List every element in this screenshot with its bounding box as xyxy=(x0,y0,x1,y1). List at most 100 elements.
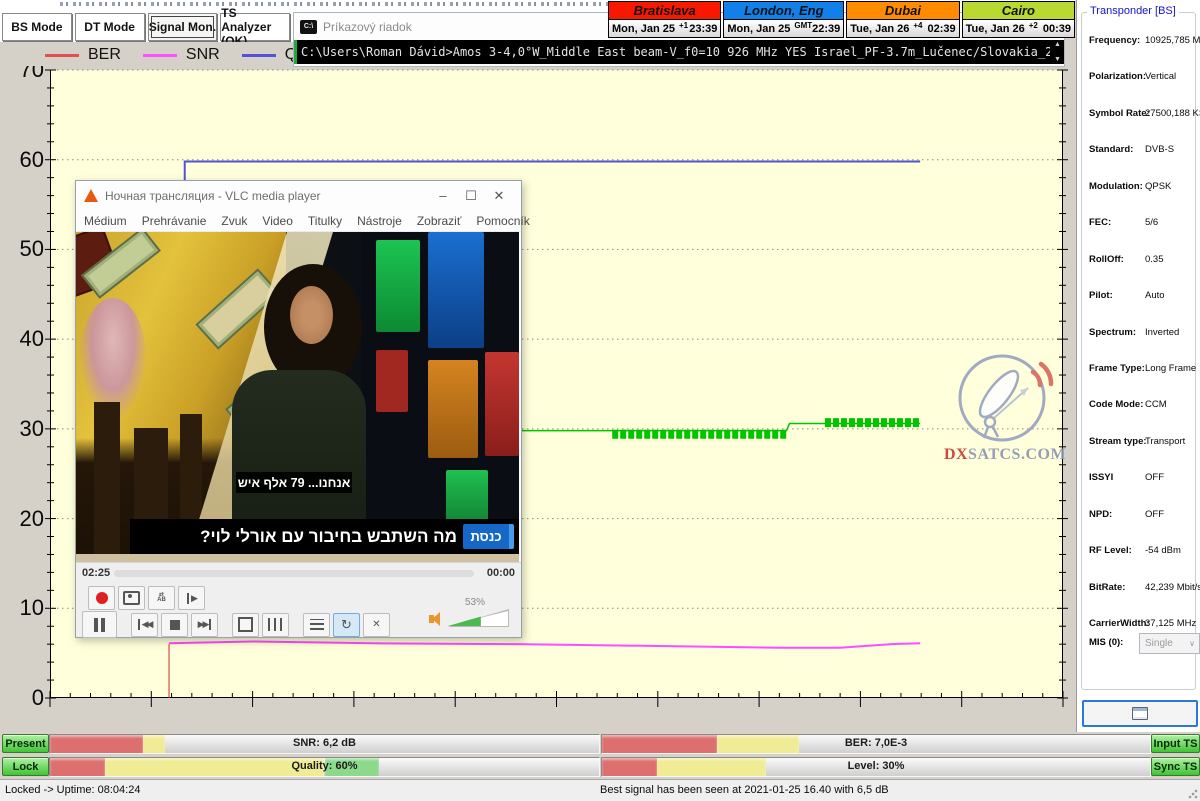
vlc-titlebar[interactable]: Ночная трансляция - VLC media player – ☐… xyxy=(76,181,521,210)
transponder-panel: Transponder [BS] Frequency:10925,785 MHz… xyxy=(1076,0,1200,732)
playlist-button[interactable] xyxy=(303,613,330,637)
present-indicator[interactable]: Present xyxy=(2,734,49,753)
world-clocks: BratislavaMon, Jan 25+123:39London, EngM… xyxy=(608,1,1075,40)
menu-m-dium[interactable]: Médium xyxy=(84,214,127,228)
fullscreen-icon xyxy=(238,617,253,632)
next-button[interactable]: ▶▶ xyxy=(191,613,218,637)
fullscreen-button[interactable] xyxy=(232,613,259,637)
previous-button[interactable]: ◀◀ xyxy=(131,613,158,637)
tab-signal-mon[interactable]: Signal Mon. xyxy=(148,13,218,41)
scroll-down-icon[interactable]: ▼ xyxy=(1054,56,1061,63)
menu-titulky[interactable]: Titulky xyxy=(308,214,342,228)
vlc-menubar: Médium Prehrávanie Zvuk Video Titulky Nástroj… xyxy=(76,210,521,232)
shuffle-button[interactable]: ✕ xyxy=(363,613,390,637)
transponder-row-symbol-rate: Symbol Rate:27500,188 KS/s xyxy=(1089,108,1194,121)
clock-datetime: Tue, Jan 26+200:39 xyxy=(962,20,1075,38)
logo-text: DXSATCS.COM xyxy=(922,446,1088,464)
stream-record-button[interactable] xyxy=(1082,700,1198,727)
clock-utc-offset: GMT xyxy=(794,21,812,30)
speaker-icon[interactable] xyxy=(429,615,434,623)
clock-datetime: Mon, Jan 25 GMT22:39 xyxy=(723,20,844,38)
loop-button[interactable]: ↻ xyxy=(333,613,360,637)
y-tick-30: 30 xyxy=(0,417,44,441)
disk-icon xyxy=(1132,707,1148,720)
sync-ts-indicator[interactable]: Sync TS xyxy=(1151,757,1200,776)
transponder-row-value: 5/6 xyxy=(1145,217,1158,228)
record-icon xyxy=(96,592,108,604)
clock-city: Dubai xyxy=(846,1,959,20)
scroll-up-icon[interactable]: ▲ xyxy=(1054,41,1061,48)
close-button[interactable]: ✕ xyxy=(485,188,513,204)
next-icon: ▶▶ xyxy=(198,619,212,630)
seek-bar[interactable] xyxy=(114,570,474,577)
studio-screen xyxy=(485,352,519,456)
channel-logo: כנסת xyxy=(463,524,514,549)
quality-meter: Quality: 60% xyxy=(49,757,600,777)
snr-meter: SNR: 6,2 dB xyxy=(49,734,600,754)
record-button[interactable] xyxy=(88,586,115,610)
transponder-row-frequency: Frequency:10925,785 MHz xyxy=(1089,35,1194,48)
transponder-row-fec: FEC:5/6 xyxy=(1089,217,1194,230)
transponder-row-stream-type: Stream type:Transport xyxy=(1089,436,1194,449)
video-tower xyxy=(94,402,120,562)
lock-indicator[interactable]: Lock xyxy=(2,757,49,776)
transponder-row-value: -54 dBm xyxy=(1145,545,1181,556)
clock-time: 22:39 xyxy=(812,23,840,35)
resize-grip[interactable] xyxy=(1188,789,1198,799)
menu-pomocn-k[interactable]: Pomocník xyxy=(476,214,529,228)
quality-meter-text: Quality: 60% xyxy=(50,758,599,775)
cmd-cursor-strip xyxy=(294,40,297,64)
menu-zvuk[interactable]: Zvuk xyxy=(221,214,247,228)
equalizer-icon xyxy=(268,618,283,631)
clock-date: Mon, Jan 25 xyxy=(727,23,790,35)
clock-city: Bratislava xyxy=(608,1,721,20)
tab-bs-mode[interactable]: BS Mode xyxy=(2,13,72,41)
clock-date: Tue, Jan 26 xyxy=(966,23,1025,35)
tab-ts-analyzer-ok[interactable]: TS Analyzer (OK) xyxy=(220,13,290,41)
stop-button[interactable] xyxy=(161,613,188,637)
menu-prehr-vanie[interactable]: Prehrávanie xyxy=(142,214,207,228)
transponder-row-value: 27500,188 KS/s xyxy=(1145,108,1200,119)
menu-video[interactable]: Video xyxy=(262,214,292,228)
clock-cairo: CairoTue, Jan 26+200:39 xyxy=(962,1,1075,40)
menu-zobrazi[interactable]: Zobraziť xyxy=(417,214,462,228)
transponder-row-label: Frequency: xyxy=(1089,35,1140,46)
maximize-button[interactable]: ☐ xyxy=(457,188,485,204)
vlc-controls: 02:25 00:00 ⇄AB ▶ ◀◀ ▶▶ ↻ ✕ 53% xyxy=(76,562,521,637)
vlc-window: Ночная трансляция - VLC media player – ☐… xyxy=(75,180,522,638)
cmd-scrollbar[interactable]: ▲ ▼ xyxy=(1052,41,1063,63)
clock-datetime: Tue, Jan 26+402:39 xyxy=(846,20,959,38)
shuffle-icon: ✕ xyxy=(372,619,380,630)
mode-tabs: BS ModeDT ModeSignal Mon.TS Analyzer (OK… xyxy=(2,13,290,41)
equalizer-button[interactable] xyxy=(262,613,289,637)
cmd-console[interactable]: C:\Users\Roman Dávid>Amos 3-4,0°W_Middle… xyxy=(294,40,1064,64)
clock-city: Cairo xyxy=(962,1,1075,20)
transponder-row-label: Symbol Rate: xyxy=(1089,108,1150,119)
legend-swatch xyxy=(143,54,177,57)
snapshot-button[interactable] xyxy=(118,586,145,610)
input-ts-indicator[interactable]: Input TS xyxy=(1151,734,1200,753)
chevron-down-icon: ∨ xyxy=(1189,639,1195,648)
studio-screen xyxy=(428,232,484,348)
frame-step-button[interactable]: ▶ xyxy=(178,586,205,610)
mis-select[interactable]: Single ∨ xyxy=(1139,633,1200,654)
transponder-row-standard: Standard:DVB-S xyxy=(1089,144,1194,157)
subtitle-text: אנחנו... 79 אלף איש xyxy=(236,472,352,493)
y-tick-50: 50 xyxy=(0,237,44,261)
transponder-row-label: RF Level: xyxy=(1089,545,1132,556)
volume-slider[interactable] xyxy=(447,609,509,627)
ab-loop-button[interactable]: ⇄AB xyxy=(148,586,175,610)
video-studio-screens xyxy=(361,232,519,562)
best-signal-status: Best signal has been seen at 2021-01-25 … xyxy=(600,780,889,800)
banner-headline: מה השתבש בחיבור עם אורלי לוי? xyxy=(200,527,457,547)
menu-n-stroje[interactable]: Nástroje xyxy=(357,214,402,228)
pause-button[interactable] xyxy=(82,611,117,638)
transponder-row-bitrate: BitRate:42,239 Mbit/s xyxy=(1089,582,1194,595)
clock-dubai: DubaiTue, Jan 26+402:39 xyxy=(846,1,959,40)
tab-dt-mode[interactable]: DT Mode xyxy=(75,13,145,41)
minimize-button[interactable]: – xyxy=(429,188,457,203)
transponder-row-frame-type: Frame Type:Long Frame xyxy=(1089,363,1194,376)
transponder-row-label: Frame Type: xyxy=(1089,363,1145,374)
studio-screen xyxy=(376,350,408,412)
vlc-cone-icon xyxy=(84,189,98,202)
